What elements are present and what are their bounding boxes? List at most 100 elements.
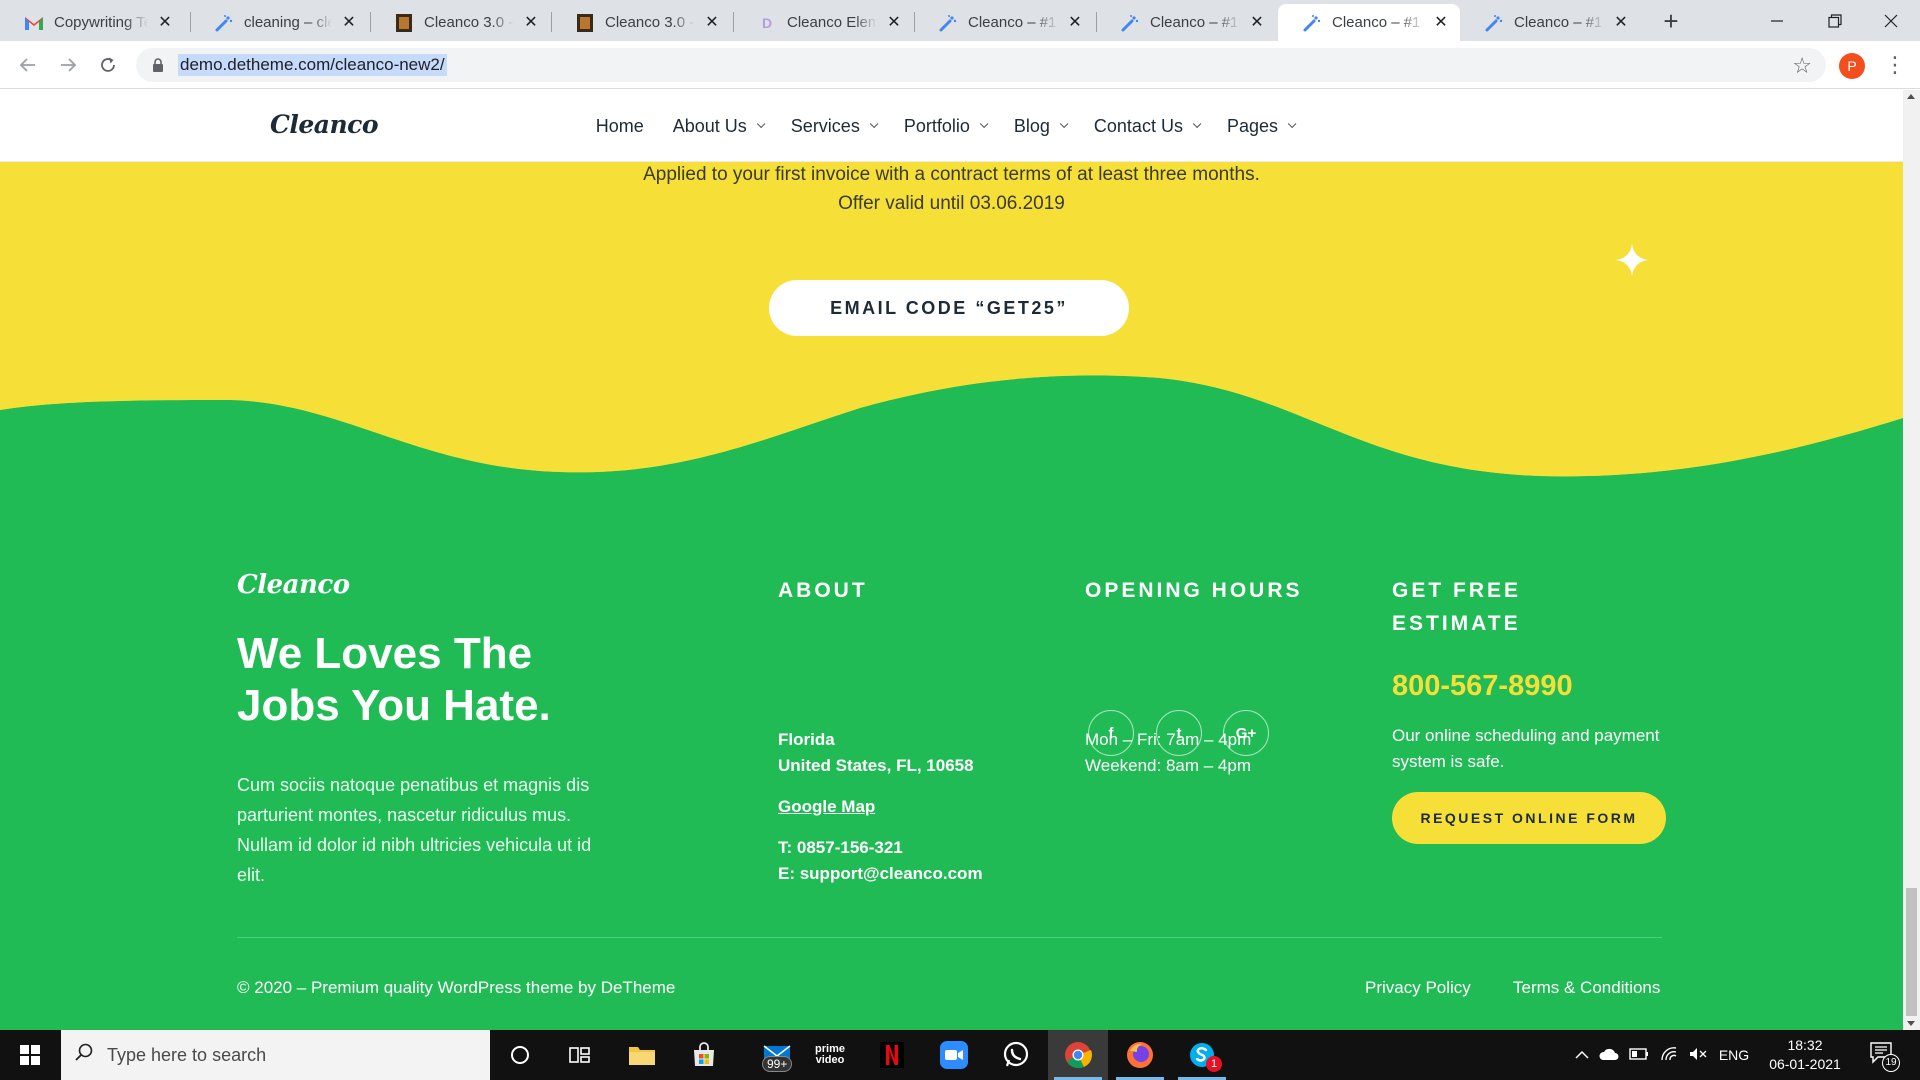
prime-video-icon[interactable]: prime video [800, 1030, 860, 1080]
facebook-icon[interactable]: f [1088, 710, 1134, 756]
input-language[interactable]: ENG [1714, 1047, 1754, 1063]
minimize-icon[interactable] [1748, 0, 1806, 41]
site-header: Cleanco Home About Us Services Portfolio… [0, 90, 1903, 162]
battery-icon[interactable] [1624, 1047, 1654, 1063]
browser-tab-strip: Copywriting Te ✕ cleaning – clea ✕ Clean… [0, 0, 1920, 41]
browser-tab[interactable]: Copywriting Te ✕ [0, 4, 184, 41]
browser-toolbar: demo.detheme.com/cleanco-new2/ ☆ P ⋮ [0, 41, 1920, 89]
close-tab-icon[interactable]: ✕ [156, 14, 174, 32]
wifi-icon[interactable] [1654, 1046, 1684, 1065]
twitter-icon[interactable]: t [1156, 710, 1202, 756]
scroll-down-arrow-icon[interactable] [1907, 1021, 1915, 1026]
restore-window-icon[interactable] [1806, 0, 1864, 41]
forward-arrow-icon[interactable] [52, 49, 84, 81]
notification-center-icon[interactable]: 19 [1870, 1042, 1900, 1072]
browser-tab[interactable]: Cleanco 3.0 - C ✕ [370, 4, 550, 41]
page-scrollbar[interactable] [1903, 90, 1920, 1030]
nav-portfolio[interactable]: Portfolio [903, 115, 989, 137]
footer-description: Cum sociis natoque penatibus et magnis d… [237, 775, 592, 885]
email-code-button[interactable]: EMAIL CODE “GET25” [769, 280, 1129, 336]
close-tab-icon[interactable]: ✕ [885, 14, 903, 32]
footer-logo[interactable]: Cleanco [237, 570, 350, 600]
skype-icon[interactable]: 1 [1172, 1030, 1232, 1080]
browser-menu-icon[interactable]: ⋮ [1884, 49, 1906, 81]
bookmark-star-icon[interactable]: ☆ [1792, 53, 1812, 79]
chevron-down-icon [979, 119, 989, 129]
privacy-policy-link[interactable]: Privacy Policy [1365, 978, 1471, 998]
close-tab-icon[interactable]: ✕ [703, 14, 721, 32]
zoom-video-icon[interactable] [924, 1030, 984, 1080]
close-tab-icon[interactable]: ✕ [340, 14, 358, 32]
close-tab-icon[interactable]: ✕ [1612, 14, 1630, 32]
estimate-text: Our online scheduling and payment [1392, 726, 1660, 745]
close-tab-icon[interactable]: ✕ [1248, 14, 1266, 32]
nav-blog[interactable]: Blog [1013, 115, 1069, 137]
about-phone: T: 0857-156-321 [778, 838, 903, 857]
close-tab-icon[interactable]: ✕ [1066, 14, 1084, 32]
browser-tab-active[interactable]: Cleanco – #1 S ✕ [1278, 4, 1460, 41]
taskbar-search-input[interactable]: Type here to search [61, 1030, 490, 1080]
onedrive-cloud-icon[interactable] [1594, 1047, 1624, 1063]
close-tab-icon[interactable]: ✕ [1432, 14, 1450, 32]
chevron-up-icon[interactable] [1570, 1047, 1594, 1063]
promo-terms-text: Applied to your first invoice with a con… [643, 164, 1260, 185]
nav-home[interactable]: Home [596, 116, 644, 137]
estimate-phone[interactable]: 800-567-8990 [1392, 670, 1573, 703]
close-window-icon[interactable] [1862, 0, 1920, 41]
new-tab-plus-icon[interactable]: + [1656, 6, 1686, 37]
browser-tab[interactable]: Cleanco 3.0 - C ✕ [551, 4, 731, 41]
whatsapp-icon[interactable] [986, 1030, 1046, 1080]
task-view-icon[interactable] [550, 1030, 610, 1080]
browser-tab[interactable]: cleaning – clea ✕ [190, 4, 368, 41]
nav-label: Contact Us [1093, 115, 1183, 136]
browser-tab[interactable]: D Cleanco Elemen ✕ [733, 4, 913, 41]
profile-avatar[interactable]: P [1839, 53, 1865, 79]
google-plus-icon[interactable]: G+ [1223, 710, 1269, 756]
nav-label: Portfolio [903, 115, 970, 136]
netflix-icon[interactable] [862, 1030, 922, 1080]
terms-conditions-link[interactable]: Terms & Conditions [1513, 978, 1660, 998]
nav-label: Pages [1226, 115, 1278, 136]
browser-tab[interactable]: Cleanco – #1 S ✕ [914, 4, 1094, 41]
reload-icon[interactable] [92, 49, 124, 81]
request-online-form-button[interactable]: REQUEST ONLINE FORM [1392, 792, 1666, 844]
tab-title: Cleanco – #1 S [968, 14, 1058, 31]
url-text[interactable]: demo.detheme.com/cleanco-new2/ [178, 54, 447, 76]
microsoft-store-icon[interactable] [674, 1030, 734, 1080]
nav-label: Services [790, 115, 860, 136]
cleaning-brush-icon [938, 13, 958, 33]
site-logo[interactable]: Cleanco [270, 110, 379, 139]
windows-start-icon[interactable] [0, 1030, 60, 1080]
nav-contact-us[interactable]: Contact Us [1093, 115, 1202, 137]
cortana-circle-icon[interactable] [490, 1030, 550, 1080]
about-email: E: support@cleanco.com [778, 864, 983, 883]
tab-title: Cleanco – #1 S [1150, 14, 1240, 31]
tab-title: Cleanco – #1 S [1332, 14, 1424, 31]
taskbar-clock[interactable]: 18:32 06-01-2021 [1760, 1036, 1850, 1074]
mail-icon[interactable]: 99+ [748, 1030, 808, 1080]
lock-icon[interactable] [152, 58, 166, 72]
browser-tab[interactable]: Cleanco – #1 S ✕ [1460, 4, 1640, 41]
scroll-up-arrow-icon[interactable] [1907, 94, 1915, 99]
clock-time: 18:32 [1787, 1037, 1823, 1053]
nav-about-us[interactable]: About Us [673, 116, 766, 137]
search-placeholder: Type here to search [107, 1044, 267, 1065]
file-explorer-icon[interactable] [612, 1030, 672, 1080]
volume-muted-icon[interactable] [1684, 1047, 1714, 1064]
address-bar[interactable]: demo.detheme.com/cleanco-new2/ ☆ [136, 48, 1826, 82]
nav-services[interactable]: Services [790, 115, 879, 137]
browser-tab[interactable]: Cleanco – #1 S ✕ [1096, 4, 1276, 41]
tagline-line: We Loves The [237, 629, 533, 678]
estimate-heading-line: GET FREE [1392, 579, 1522, 602]
nav-label: Blog [1013, 115, 1050, 136]
back-arrow-icon[interactable] [12, 49, 44, 81]
close-tab-icon[interactable]: ✕ [522, 14, 540, 32]
chrome-icon[interactable] [1048, 1030, 1108, 1080]
prime-video-label: prime video [815, 1043, 845, 1066]
cleaning-brush-icon [214, 13, 234, 33]
firefox-icon[interactable] [1110, 1030, 1170, 1080]
tab-title: Cleanco Elemen [787, 14, 877, 31]
nav-pages[interactable]: Pages [1226, 115, 1297, 137]
google-map-link[interactable]: Google Map [778, 797, 875, 817]
scrollbar-thumb[interactable] [1906, 888, 1917, 1016]
